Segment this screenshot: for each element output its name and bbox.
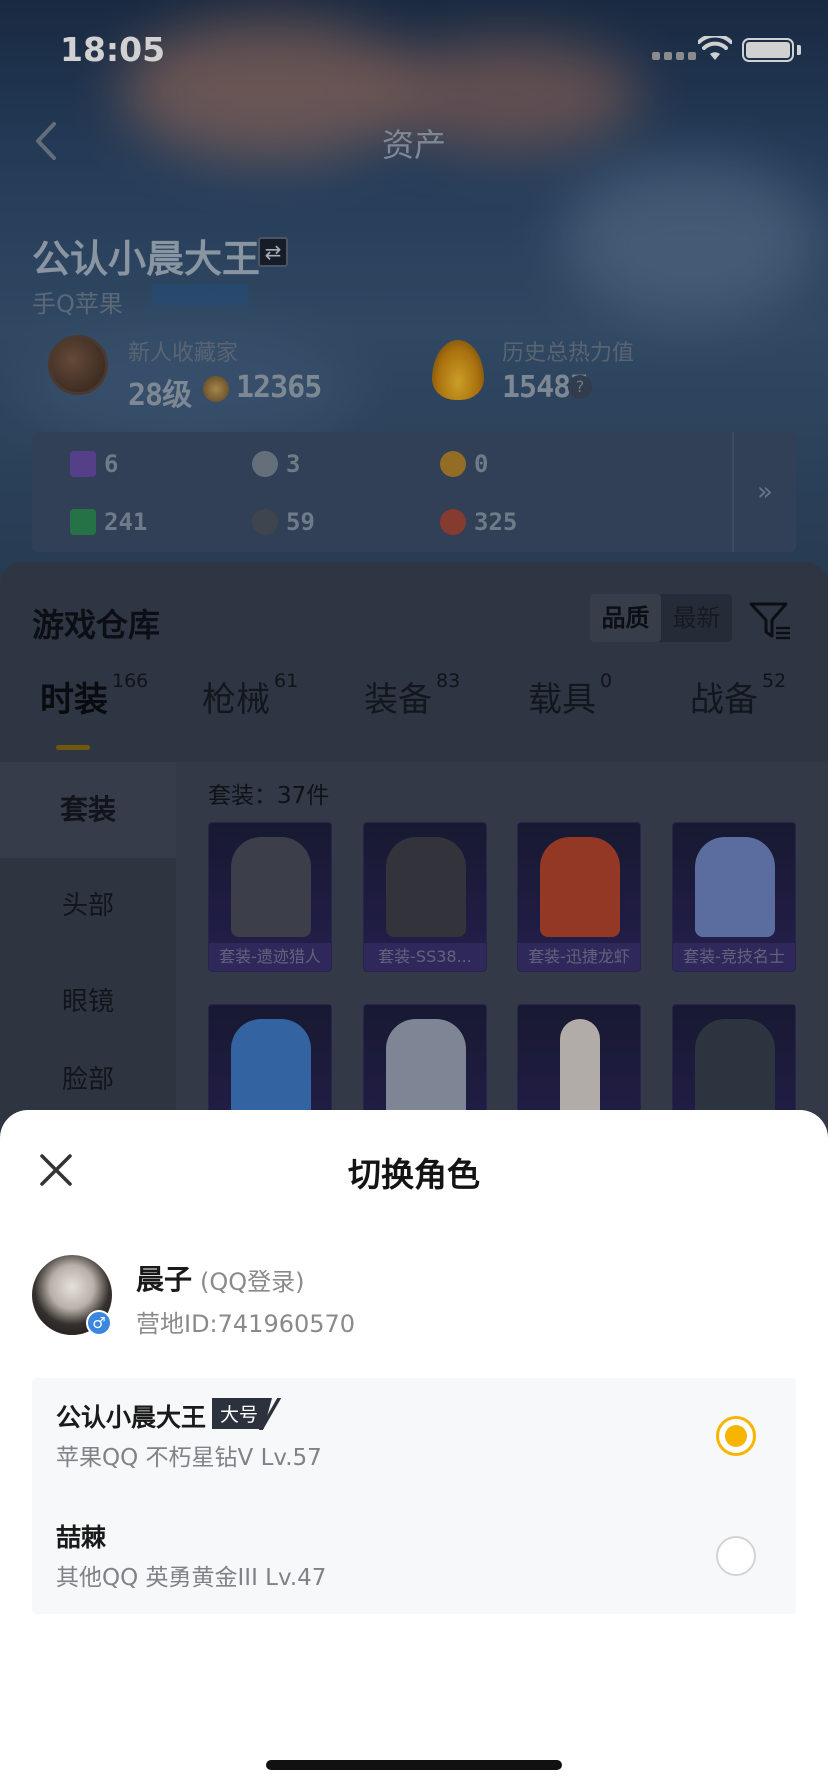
role-list: 公认小晨大王 大号 苹果QQ 不朽星钻V Lv.57 喆棘 其他QQ 英勇黄金I… xyxy=(32,1378,796,1614)
role-meta: 苹果QQ 不朽星钻V Lv.57 xyxy=(56,1445,322,1471)
account-id: 营地ID:741960570 xyxy=(136,1310,356,1338)
male-icon: ♂ xyxy=(86,1310,112,1336)
role-meta: 其他QQ 英勇黄金III Lv.47 xyxy=(56,1565,327,1591)
account-name: 晨子 xyxy=(136,1263,193,1296)
account-login-type: (QQ登录) xyxy=(200,1268,305,1296)
home-indicator[interactable] xyxy=(266,1760,562,1770)
role-item[interactable]: 喆棘 其他QQ 英勇黄金III Lv.47 xyxy=(32,1496,796,1614)
role-radio-selected[interactable] xyxy=(716,1416,756,1456)
sheet-title: 切换角色 xyxy=(348,1155,480,1194)
role-item[interactable]: 公认小晨大王 大号 苹果QQ 不朽星钻V Lv.57 xyxy=(32,1378,796,1496)
switch-role-sheet: 切换角色 ♂ 晨子 (QQ登录) 营地ID:741960570 公认小晨大王 大… xyxy=(0,1110,828,1792)
role-name: 喆棘 xyxy=(56,1523,107,1552)
role-name: 公认小晨大王 xyxy=(56,1403,207,1432)
role-radio[interactable] xyxy=(716,1536,756,1576)
